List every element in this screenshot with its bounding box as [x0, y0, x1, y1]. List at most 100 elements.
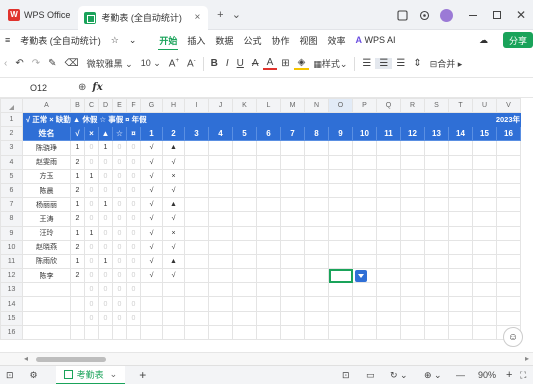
cell-empty[interactable]: [496, 239, 521, 255]
column-header-O[interactable]: O: [328, 98, 353, 113]
cell-d[interactable]: 0: [98, 154, 113, 170]
header-cell[interactable]: 5: [232, 126, 257, 142]
cell-empty[interactable]: [424, 239, 449, 255]
cell-f[interactable]: 0: [126, 211, 141, 227]
header-cell[interactable]: ▲: [98, 126, 113, 142]
cell-f[interactable]: 0: [126, 140, 141, 156]
bold-icon[interactable]: B: [207, 58, 222, 69]
cell-b[interactable]: [70, 282, 85, 298]
cell-c[interactable]: 0: [84, 268, 99, 284]
cell-empty[interactable]: [256, 282, 281, 298]
cell-h[interactable]: [162, 296, 185, 312]
cell-empty[interactable]: [376, 253, 401, 270]
merge-button[interactable]: ⊟合并 ▸: [426, 57, 467, 70]
scroll-right-icon[interactable]: ▸: [525, 354, 529, 363]
cell-empty[interactable]: [448, 197, 473, 213]
cell-h[interactable]: √: [162, 154, 185, 170]
header-cell[interactable]: 4: [208, 126, 233, 142]
cell-e[interactable]: [112, 324, 127, 341]
cell-h[interactable]: [162, 310, 185, 326]
cell-h[interactable]: √: [162, 182, 185, 199]
cell-empty[interactable]: [352, 154, 377, 170]
align-left-icon[interactable]: ☰: [358, 58, 375, 69]
cell-empty[interactable]: [232, 253, 257, 270]
cell-empty[interactable]: [400, 239, 425, 255]
cell-c[interactable]: 0: [84, 282, 99, 298]
cell-c[interactable]: 0: [84, 182, 99, 199]
cell-e[interactable]: 0: [112, 168, 127, 184]
cell-empty[interactable]: [472, 310, 497, 326]
cell-empty[interactable]: [376, 140, 401, 156]
cell-empty[interactable]: [208, 225, 233, 241]
layout-icon[interactable]: ⊕ ⌄: [424, 370, 442, 381]
row-header[interactable]: 1: [0, 111, 23, 128]
increase-font-icon[interactable]: A+: [165, 58, 183, 69]
cell-empty[interactable]: [208, 140, 233, 156]
cell-empty[interactable]: [256, 324, 281, 341]
cell-h[interactable]: ▲: [162, 140, 185, 156]
spreadsheet-grid[interactable]: A B C D E F G H I J K L M N O P Q R S T U V 1 √ 正常 × 缺勤 ▲ 休假 ☆ …: [0, 98, 533, 365]
select-all-corner[interactable]: [0, 98, 23, 113]
cell-name[interactable]: 方玉: [22, 168, 71, 184]
cell-h[interactable]: ▲: [162, 197, 185, 213]
cell-e[interactable]: 0: [112, 282, 127, 298]
cell-empty[interactable]: [256, 225, 281, 241]
cloud-icon[interactable]: ☁: [474, 35, 493, 46]
cell-empty[interactable]: [280, 239, 305, 255]
cell-empty[interactable]: [328, 253, 353, 270]
cell-c[interactable]: 0: [84, 239, 99, 255]
cell-empty[interactable]: [208, 239, 233, 255]
header-cell[interactable]: 9: [328, 126, 353, 142]
cell-empty[interactable]: [400, 182, 425, 199]
cell-b[interactable]: 1: [70, 253, 85, 270]
cell-empty[interactable]: [424, 154, 449, 170]
cell-empty[interactable]: [352, 197, 377, 213]
cell-empty[interactable]: [400, 296, 425, 312]
align-center-icon[interactable]: ☰: [375, 58, 393, 69]
cell-f[interactable]: 0: [126, 168, 141, 184]
column-header-E[interactable]: E: [112, 98, 127, 113]
cell-c[interactable]: 0: [84, 197, 99, 213]
cell-g[interactable]: √: [140, 182, 163, 199]
cell-empty[interactable]: [328, 282, 353, 298]
cell-empty[interactable]: [448, 140, 473, 156]
cell-empty[interactable]: [232, 296, 257, 312]
cell-empty[interactable]: [376, 282, 401, 298]
sheet-list-icon[interactable]: ⊡: [6, 370, 14, 381]
cell-empty[interactable]: [232, 225, 257, 241]
cell-empty[interactable]: [184, 182, 209, 199]
cell-empty[interactable]: [304, 239, 329, 255]
cell-empty[interactable]: [472, 239, 497, 255]
column-header-P[interactable]: P: [352, 98, 377, 113]
cell-empty[interactable]: [304, 211, 329, 227]
cell-empty[interactable]: [472, 268, 497, 284]
cell-empty[interactable]: [256, 140, 281, 156]
cell-empty[interactable]: [472, 197, 497, 213]
cell-e[interactable]: 0: [112, 239, 127, 255]
underline-icon[interactable]: U: [233, 58, 248, 69]
cell-empty[interactable]: [256, 253, 281, 270]
cell-empty[interactable]: [184, 168, 209, 184]
cell-e[interactable]: 0: [112, 268, 127, 284]
cell-b[interactable]: 1: [70, 225, 85, 241]
cell-empty[interactable]: [232, 168, 257, 184]
cell-e[interactable]: 0: [112, 310, 127, 326]
cell-empty[interactable]: [496, 211, 521, 227]
cell-empty[interactable]: [400, 197, 425, 213]
cell-empty[interactable]: [304, 253, 329, 270]
row-header[interactable]: 13: [0, 282, 23, 298]
cell-empty[interactable]: [256, 268, 281, 284]
cell-empty[interactable]: [376, 197, 401, 213]
new-tab-button[interactable]: +: [212, 7, 228, 23]
cell-empty[interactable]: [424, 282, 449, 298]
cell-e[interactable]: 0: [112, 211, 127, 227]
header-cell[interactable]: √: [70, 126, 85, 142]
cell-g[interactable]: √: [140, 239, 163, 255]
cell-empty[interactable]: [400, 168, 425, 184]
cell-d[interactable]: 0: [98, 296, 113, 312]
cell-empty[interactable]: [352, 239, 377, 255]
cell-f[interactable]: 0: [126, 268, 141, 284]
cell-h[interactable]: [162, 282, 185, 298]
cell-empty[interactable]: [328, 197, 353, 213]
dropdown-arrow-button[interactable]: [354, 269, 367, 282]
